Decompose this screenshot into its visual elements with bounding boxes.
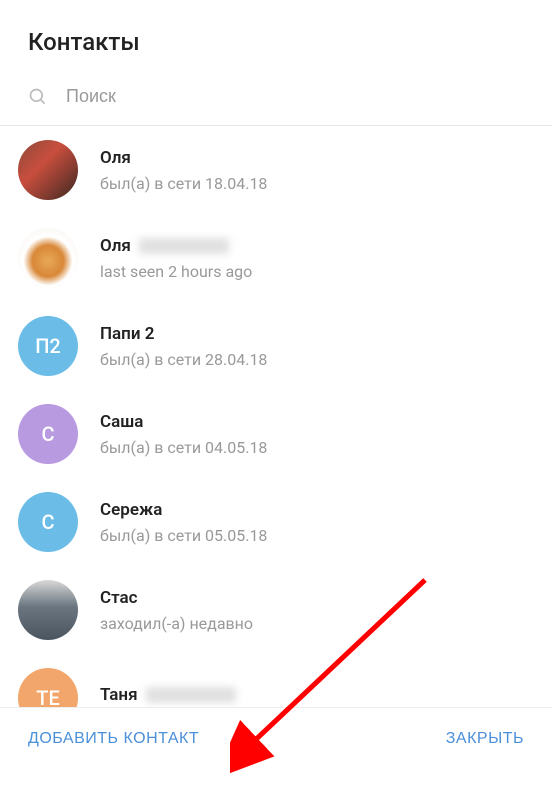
blurred-text	[139, 238, 229, 254]
contact-info: Сережа был(а) в сети 05.05.18	[100, 500, 534, 545]
contact-status: был(а) в сети 28.04.18	[100, 350, 534, 369]
contact-name: Стас	[100, 588, 534, 608]
contact-info: Таня	[100, 685, 534, 707]
add-contact-button[interactable]: ДОБАВИТЬ КОНТАКТ	[28, 730, 199, 748]
contact-item[interactable]: С Сережа был(а) в сети 05.05.18	[0, 478, 552, 566]
footer: ДОБАВИТЬ КОНТАКТ ЗАКРЫТЬ	[0, 707, 552, 770]
contact-name: Папи 2	[100, 324, 534, 344]
contact-item[interactable]: ТЕ Таня	[0, 654, 552, 707]
contact-item[interactable]: Оля last seen 2 hours ago	[0, 214, 552, 302]
search-row	[0, 76, 552, 125]
contact-status: был(а) в сети 04.05.18	[100, 438, 534, 457]
avatar	[18, 140, 78, 200]
avatar	[18, 580, 78, 640]
search-icon	[28, 87, 48, 107]
contact-info: Стас заходил(-а) недавно	[100, 588, 534, 633]
contact-info: Саша был(а) в сети 04.05.18	[100, 412, 534, 457]
contact-item[interactable]: П2 Папи 2 был(а) в сети 28.04.18	[0, 302, 552, 390]
avatar: С	[18, 492, 78, 552]
contact-item[interactable]: Стас заходил(-а) недавно	[0, 566, 552, 654]
contact-status: last seen 2 hours ago	[100, 262, 534, 281]
contact-item[interactable]: С Саша был(а) в сети 04.05.18	[0, 390, 552, 478]
contact-status: заходил(-а) недавно	[100, 614, 534, 633]
header: Контакты	[0, 0, 552, 76]
contacts-list: Оля был(а) в сети 18.04.18 Оля last seen 2 …	[0, 125, 552, 707]
blurred-text	[146, 687, 236, 703]
contact-name: Оля	[100, 148, 534, 168]
contact-item[interactable]: Оля был(а) в сети 18.04.18	[0, 126, 552, 214]
contact-name: Таня	[100, 685, 534, 705]
contact-info: Оля был(а) в сети 18.04.18	[100, 148, 534, 193]
page-title: Контакты	[28, 28, 524, 56]
avatar	[18, 228, 78, 288]
contact-status: был(а) в сети 05.05.18	[100, 526, 534, 545]
contact-name: Саша	[100, 412, 534, 432]
avatar: ТЕ	[18, 668, 78, 707]
close-button[interactable]: ЗАКРЫТЬ	[446, 730, 524, 748]
contact-name: Оля	[100, 236, 534, 256]
search-input[interactable]	[66, 86, 524, 107]
contact-status: был(а) в сети 18.04.18	[100, 174, 534, 193]
avatar: С	[18, 404, 78, 464]
contact-info: Папи 2 был(а) в сети 28.04.18	[100, 324, 534, 369]
avatar: П2	[18, 316, 78, 376]
contact-name: Сережа	[100, 500, 534, 520]
contact-info: Оля last seen 2 hours ago	[100, 236, 534, 281]
